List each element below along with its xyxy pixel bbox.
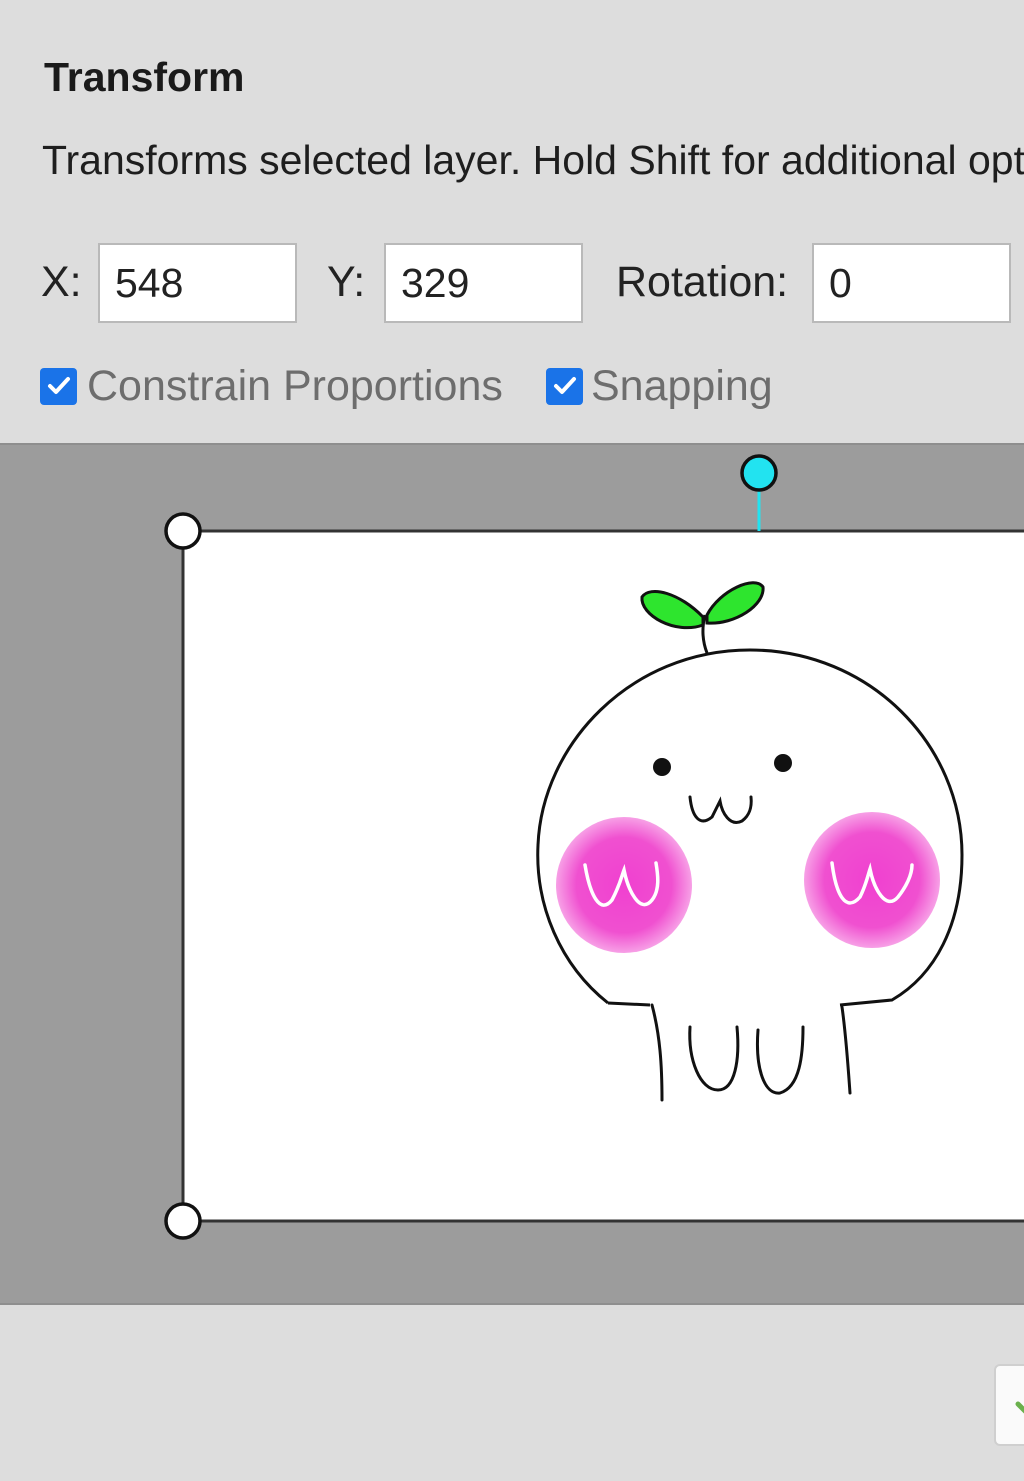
corner-handle-bottom-left[interactable] [164,1202,202,1240]
snapping-checkbox[interactable] [546,367,583,405]
x-input[interactable] [98,243,297,323]
rotation-input[interactable] [812,243,1011,323]
constrain-proportions-option[interactable]: Constrain Proportions [40,361,503,411]
dialog-header: Transform Transforms selected layer. Hol… [0,0,1024,443]
constrain-proportions-label: Constrain Proportions [87,361,503,410]
ok-button[interactable] [994,1364,1024,1446]
checkmark-icon [47,377,70,394]
snapping-label: Snapping [591,361,773,410]
y-input[interactable] [384,243,583,323]
y-label: Y: [327,258,366,306]
rotate-handle-icon[interactable] [740,454,778,492]
checkmark-icon [1015,1401,1024,1414]
corner-handle-top-left[interactable] [164,512,202,550]
canvas-drawing [164,454,1024,1240]
x-label: X: [41,258,82,306]
transform-dialog: Transform Transforms selected layer. Hol… [0,0,1024,1481]
dialog-title: Transform [44,54,245,100]
dialog-description: Transforms selected layer. Hold Shift fo… [42,137,1024,183]
dialog-footer [0,1305,1024,1481]
checkmark-icon [553,377,576,394]
constrain-proportions-checkbox[interactable] [40,367,77,405]
snapping-option[interactable]: Snapping [546,361,773,411]
transform-canvas[interactable] [0,443,1024,1305]
rotation-label: Rotation: [616,258,789,306]
